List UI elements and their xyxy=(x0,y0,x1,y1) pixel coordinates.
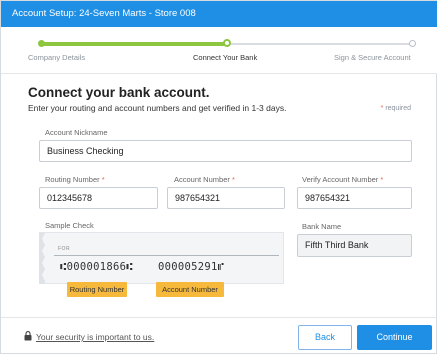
verify-account-number-input[interactable] xyxy=(297,187,412,209)
account-number-label-text: Account Number xyxy=(174,175,230,184)
account-number-input[interactable] xyxy=(167,187,285,209)
step-dot-sign-secure xyxy=(409,40,416,47)
page-title: Connect your bank account. xyxy=(28,85,210,100)
back-button[interactable]: Back xyxy=(298,325,352,350)
required-text: required xyxy=(385,105,411,112)
required-note: * required xyxy=(381,105,411,112)
bank-name-label: Bank Name xyxy=(302,222,342,231)
lock-icon xyxy=(24,331,32,341)
verify-account-number-label: Verify Account Number * xyxy=(302,175,383,184)
step-label-connect-bank: Connect Your Bank xyxy=(193,53,258,62)
routing-number-label: Routing Number * xyxy=(45,175,105,184)
sample-check-image: FOR ⑆000001866⑆ 000005291⑈ xyxy=(39,232,284,284)
progress-stepper: Company Details Connect Your Bank Sign &… xyxy=(1,27,437,73)
check-routing-micr: ⑆000001866⑆ xyxy=(60,261,133,273)
verify-account-number-label-text: Verify Account Number xyxy=(302,175,379,184)
account-number-label: Account Number * xyxy=(174,175,235,184)
required-star: * xyxy=(380,105,384,112)
progress-divider xyxy=(1,73,437,74)
account-nickname-input[interactable] xyxy=(39,140,412,162)
sample-check-label: Sample Check xyxy=(45,221,94,230)
dialog-title: Account Setup: 24-Seven Marts - Store 00… xyxy=(12,8,196,19)
security-info-link[interactable]: Your security is important to us. xyxy=(36,332,154,342)
check-torn-edge-left xyxy=(39,233,45,284)
account-number-required-star: * xyxy=(231,175,235,184)
check-account-micr: 000005291⑈ xyxy=(158,261,225,273)
page-subtitle: Enter your routing and account numbers a… xyxy=(28,103,287,113)
check-signature-line xyxy=(54,255,279,256)
routing-number-label-text: Routing Number xyxy=(45,175,100,184)
continue-button[interactable]: Continue xyxy=(357,325,432,350)
routing-number-callout: Routing Number xyxy=(67,282,127,297)
step-label-company-details: Company Details xyxy=(28,53,86,62)
verify-account-number-required-star: * xyxy=(380,175,384,184)
step-label-sign-secure: Sign & Secure Account xyxy=(334,53,411,62)
account-setup-dialog: Account Setup: 24-Seven Marts - Store 00… xyxy=(0,0,437,354)
step-dot-connect-bank xyxy=(223,39,231,47)
account-number-callout: Account Number xyxy=(156,282,224,297)
routing-number-input[interactable] xyxy=(39,187,158,209)
progress-fill xyxy=(41,42,227,46)
footer-divider xyxy=(1,317,437,318)
nickname-label: Account Nickname xyxy=(45,128,108,137)
dialog-header: Account Setup: 24-Seven Marts - Store 00… xyxy=(1,1,437,27)
routing-number-required-star: * xyxy=(101,175,105,184)
check-for-label: FOR xyxy=(58,246,71,252)
step-dot-company-details xyxy=(38,40,45,47)
bank-name-field: Fifth Third Bank xyxy=(297,234,412,257)
